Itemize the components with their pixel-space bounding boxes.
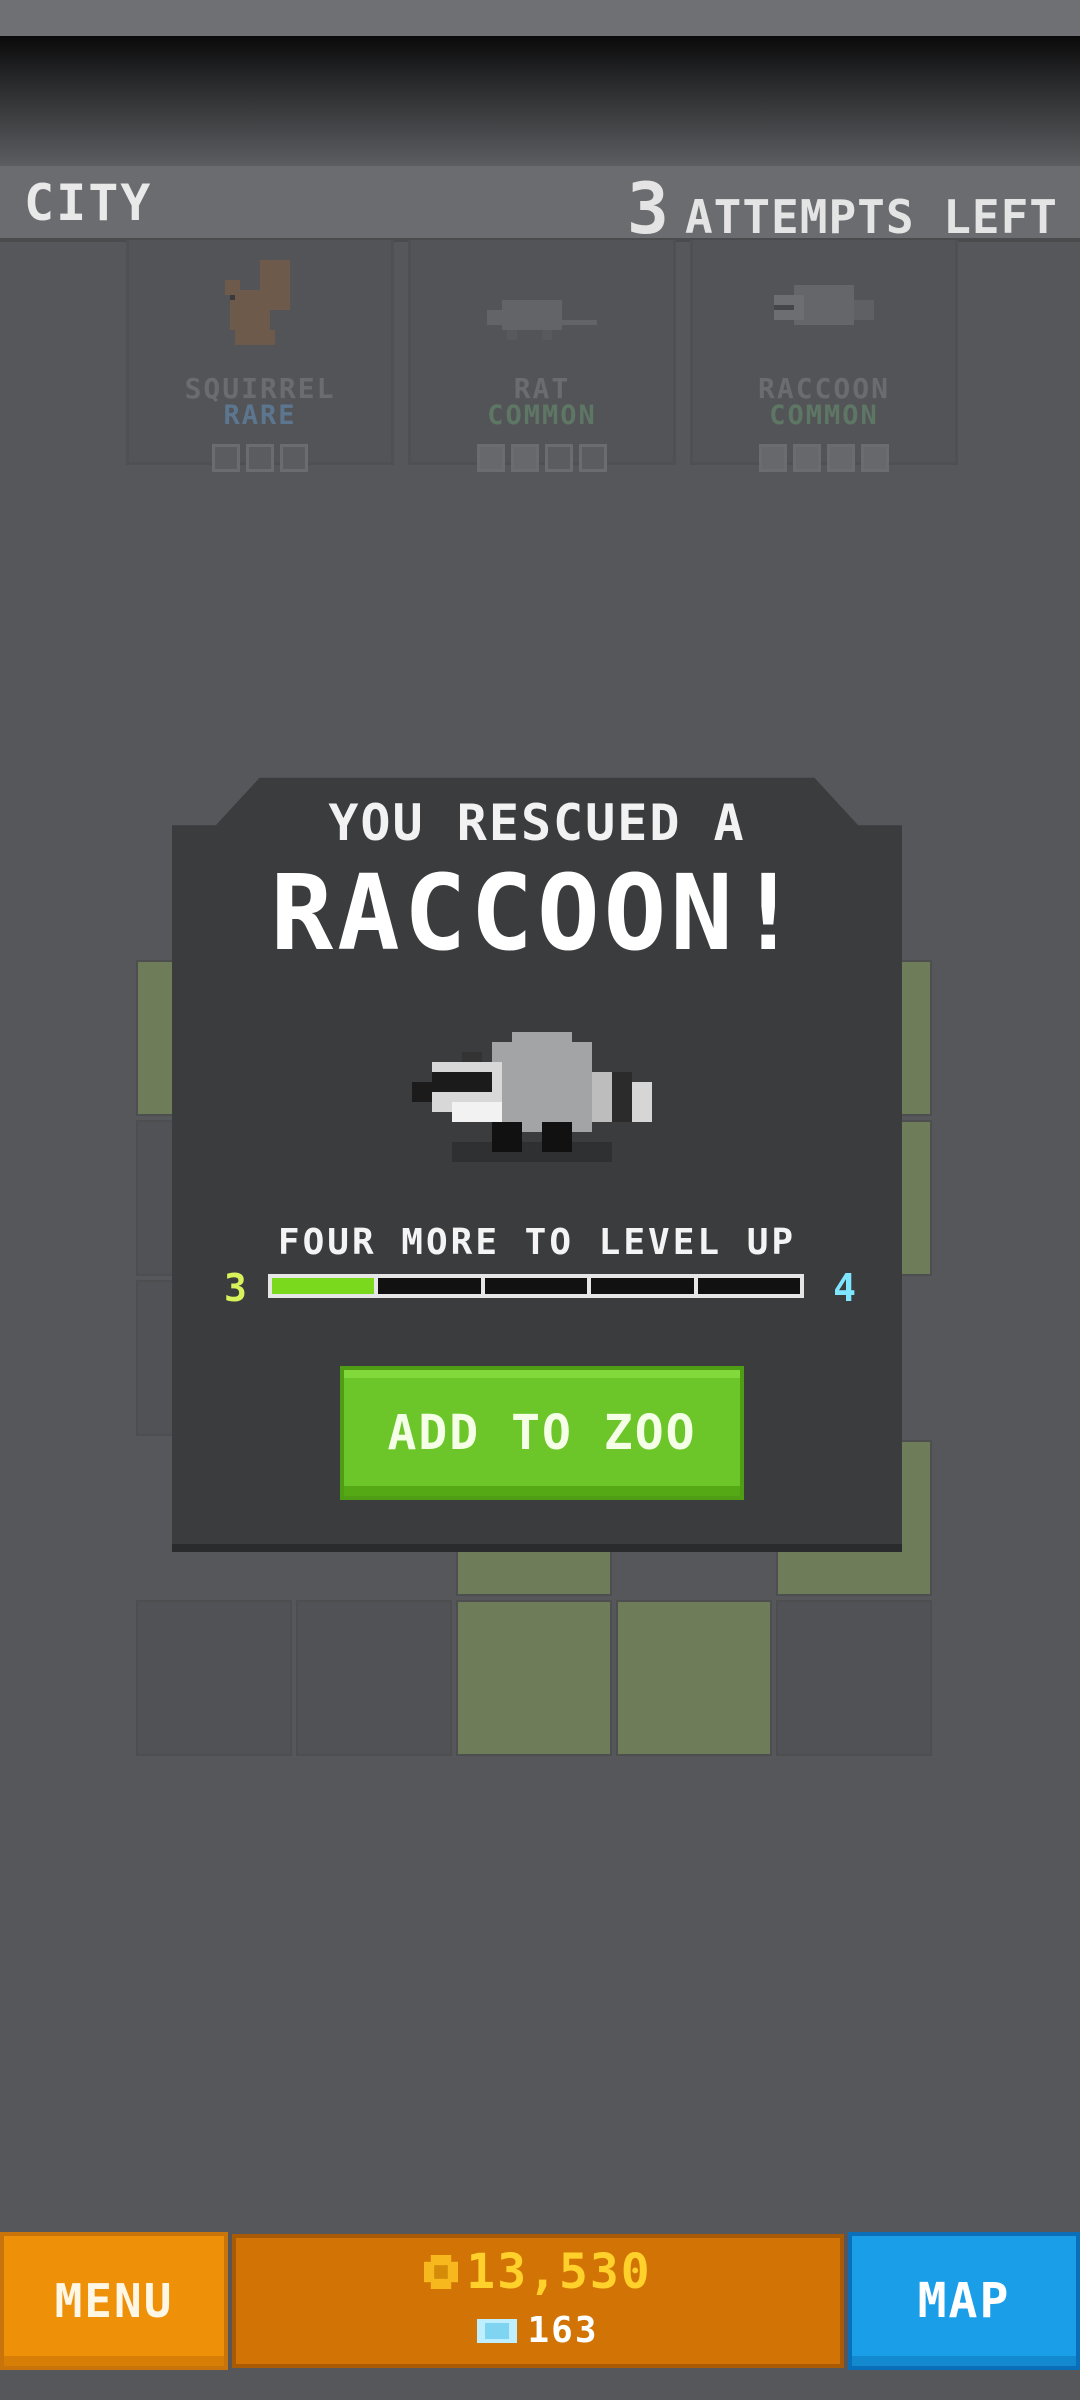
top-bar: CITY 3 ATTEMPTS LEFT xyxy=(0,166,1080,250)
board-tile xyxy=(776,1600,932,1756)
header-shade xyxy=(0,36,1080,166)
progress-slot xyxy=(246,444,274,472)
coin-icon xyxy=(424,2255,459,2289)
level-progress-bar xyxy=(268,1274,804,1298)
add-to-zoo-button[interactable]: ADD TO ZOO xyxy=(340,1366,744,1500)
location-label: CITY xyxy=(24,174,153,232)
progress-slot xyxy=(545,444,573,472)
card-progress xyxy=(693,444,955,472)
card-progress xyxy=(411,444,673,472)
gem-amount: 163 xyxy=(527,2310,599,2351)
card-raccoon[interactable]: RACCOON COMMON xyxy=(690,240,958,472)
progress-segment xyxy=(697,1278,801,1294)
progress-segment xyxy=(378,1278,485,1294)
board-tile xyxy=(136,1600,292,1756)
coin-amount: 13,530 xyxy=(466,2244,652,2300)
progress-segment xyxy=(272,1278,379,1294)
rescued-label: YOU RESCUED A xyxy=(328,794,746,852)
rescue-modal: YOU RESCUED A RACCOON! FOUR MORE TO LEVE… xyxy=(172,777,902,1552)
progress-slot xyxy=(759,444,787,472)
progress-slot xyxy=(793,444,821,472)
rat-icon xyxy=(487,300,597,340)
level-to: 4 xyxy=(833,1266,858,1310)
progress-segment xyxy=(591,1278,698,1294)
wallet-panel: 13,530 163 xyxy=(232,2234,844,2368)
progress-segment xyxy=(484,1278,592,1294)
progress-slot xyxy=(511,444,539,472)
attempts-label: ATTEMPTS LEFT xyxy=(684,190,1058,244)
animal-title: RACCOON! xyxy=(270,852,804,974)
bottom-bar: MENU 13,530 163 MAP xyxy=(0,2232,1080,2382)
squirrel-icon xyxy=(225,260,290,345)
progress-slot xyxy=(861,444,889,472)
board-tile xyxy=(296,1600,452,1756)
progress-slot xyxy=(477,444,505,472)
gem-balance: 163 xyxy=(236,2310,840,2351)
map-button[interactable]: MAP xyxy=(848,2232,1080,2370)
card-rarity: COMMON xyxy=(769,400,879,431)
card-rat[interactable]: RAT COMMON xyxy=(408,240,676,472)
levelup-label: FOUR MORE TO LEVEL UP xyxy=(277,1222,797,1263)
status-bar xyxy=(0,0,1080,36)
attempts-counter: 3 ATTEMPTS LEFT xyxy=(627,168,1058,250)
card-progress xyxy=(129,444,391,472)
coin-balance: 13,530 xyxy=(236,2244,840,2300)
progress-slot xyxy=(212,444,240,472)
gem-icon xyxy=(477,2318,518,2343)
attempts-count: 3 xyxy=(626,168,671,250)
menu-button[interactable]: MENU xyxy=(0,2232,228,2370)
board-tile xyxy=(456,1600,612,1756)
card-squirrel[interactable]: SQUIRREL RARE xyxy=(126,240,394,472)
raccoon-icon xyxy=(412,1032,652,1162)
card-rarity: RARE xyxy=(223,400,297,431)
level-from: 3 xyxy=(224,1266,249,1310)
progress-slot xyxy=(280,444,308,472)
card-rarity: COMMON xyxy=(487,400,597,431)
progress-slot xyxy=(579,444,607,472)
raccoon-icon xyxy=(774,285,874,325)
board-tile xyxy=(616,1600,772,1756)
progress-slot xyxy=(827,444,855,472)
